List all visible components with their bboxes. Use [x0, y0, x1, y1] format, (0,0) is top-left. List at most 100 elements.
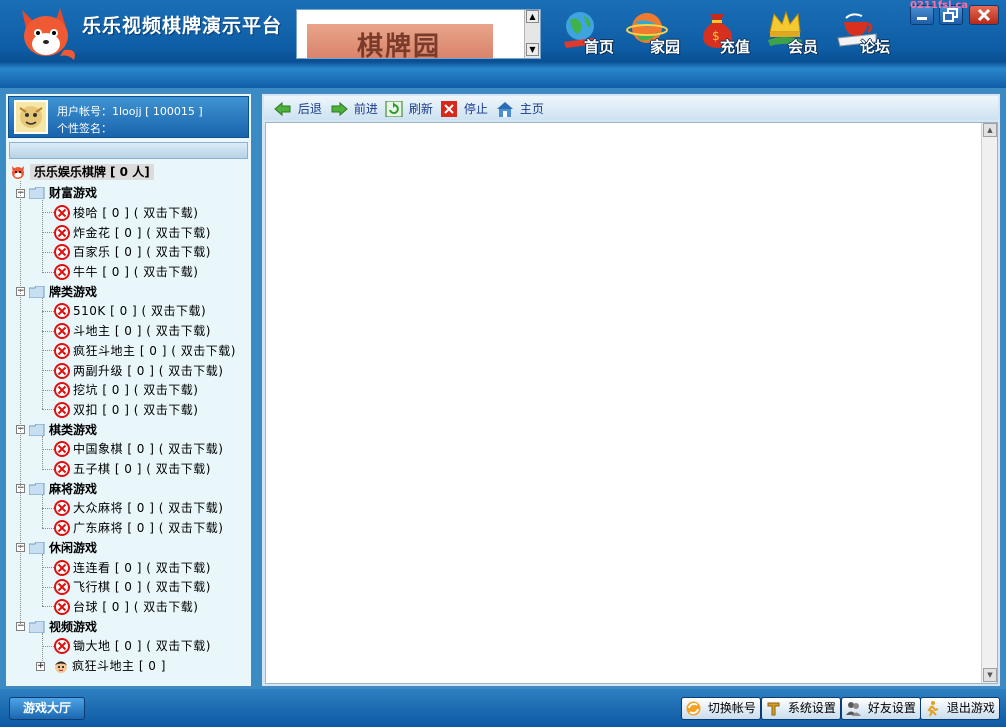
back-button[interactable]: 后退 [274, 99, 322, 117]
game-item-label: 连连看 [ 0 ] ( 双击下载) [73, 560, 211, 575]
stop-label: 停止 [463, 101, 488, 116]
nav-forum-button[interactable]: 论坛 [836, 8, 908, 60]
tree-root[interactable]: 乐乐娱乐棋牌 [ 0 人] [10, 164, 154, 182]
tree-group-label: 视频游戏 [49, 619, 98, 634]
tree-group[interactable]: − 视频游戏 [16, 617, 97, 635]
game-item-label: 广东麻将 [ 0 ] ( 双击下载) [73, 521, 224, 536]
browser-scrollbar[interactable]: ▲ ▼ [981, 123, 997, 683]
ad-banner-box[interactable]: 棋牌园 ▲ ▼ [296, 9, 541, 59]
header: 乐乐视频棋牌演示平台 棋牌园 ▲ ▼ 首页 家园 $ 充值 会员 论坛 0211… [0, 0, 1006, 88]
folder-icon [29, 620, 45, 633]
scroll-down-arrow-icon[interactable]: ▼ [526, 43, 539, 56]
exit-game-label: 退出游戏 [946, 701, 995, 715]
folder-icon [29, 285, 45, 298]
game-list-item[interactable]: 两副升级 [ 0 ] ( 双击下载) [54, 361, 223, 379]
switch-account-label: 切换帐号 [707, 701, 756, 715]
game-list-item[interactable]: 台球 [ 0 ] ( 双击下载) [54, 597, 198, 615]
error-x-icon [54, 638, 70, 655]
game-list-item[interactable]: 中国象棋 [ 0 ] ( 双击下载) [54, 440, 223, 458]
game-list-item[interactable]: 百家乐 [ 0 ] ( 双击下载) [54, 243, 211, 261]
nav-forum-label: 论坛 [860, 38, 891, 56]
expand-toggle-icon[interactable]: + [36, 661, 45, 671]
friend-settings-label: 好友设置 [867, 701, 916, 715]
forward-button[interactable]: 前进 [330, 99, 378, 117]
game-list-item[interactable]: 斗地主 [ 0 ] ( 双击下载) [54, 322, 211, 340]
tree-group-label: 棋类游戏 [49, 422, 98, 437]
fox-logo-icon [22, 8, 75, 60]
game-list-item[interactable]: 510K [ 0 ] ( 双击下载) [54, 302, 206, 320]
ad-scrollbar[interactable]: ▲ ▼ [524, 10, 540, 58]
tree-group[interactable]: − 棋类游戏 [16, 420, 97, 438]
game-item-label: 百家乐 [ 0 ] ( 双击下载) [73, 245, 211, 260]
game-item-label: 挖坑 [ 0 ] ( 双击下载) [73, 383, 199, 398]
nav-member-button[interactable]: 会员 [764, 8, 836, 60]
tree-connector [42, 251, 54, 253]
game-list-item[interactable]: 大众麻将 [ 0 ] ( 双击下载) [54, 499, 223, 517]
error-x-icon [54, 264, 70, 280]
friend-settings-button[interactable]: 好友设置 [841, 697, 921, 720]
scroll-up-arrow-icon[interactable]: ▲ [526, 10, 539, 23]
tree-connector [42, 389, 54, 391]
video-game-item[interactable]: + 疯狂斗地主 [ 0 ] [36, 657, 166, 675]
system-settings-button[interactable]: 系统设置 [761, 697, 841, 720]
tree-connector [42, 199, 43, 272]
stop-button[interactable]: 停止 [440, 99, 488, 117]
game-list-item[interactable]: 炸金花 [ 0 ] ( 双击下载) [54, 223, 211, 241]
tree-group[interactable]: − 牌类游戏 [16, 282, 97, 300]
avatar[interactable] [14, 100, 48, 134]
close-button[interactable] [969, 5, 999, 25]
game-list-item[interactable]: 连连看 [ 0 ] ( 双击下载) [54, 558, 211, 576]
tree-group[interactable]: − 休闲游戏 [16, 538, 97, 556]
home-button[interactable]: 主页 [496, 99, 544, 117]
error-x-icon [54, 500, 70, 517]
game-lobby-button[interactable]: 游戏大厅 [9, 697, 85, 720]
tree-connector [42, 330, 54, 332]
game-list-item[interactable]: 牛牛 [ 0 ] ( 双击下载) [54, 263, 198, 281]
game-list-item[interactable]: 飞行棋 [ 0 ] ( 双击下载) [54, 578, 211, 596]
tree-connector [42, 507, 54, 509]
browser-content-view[interactable]: ▲ ▼ [265, 122, 998, 684]
tree-connector [42, 645, 54, 647]
user-info-box: 用户帐号：1loojj [ 100015 ] 个性签名： [8, 96, 249, 138]
scroll-down-arrow-icon[interactable]: ▼ [983, 668, 997, 682]
nav-homeland-button[interactable]: 家园 [626, 8, 698, 60]
tree-group[interactable]: − 麻将游戏 [16, 479, 97, 497]
switch-account-button[interactable]: 切换帐号 [681, 697, 761, 720]
game-list-item[interactable]: 挖坑 [ 0 ] ( 双击下载) [54, 381, 198, 399]
browser-panel: 后退 前进 刷新 停止 主页 ▲ ▼ [261, 93, 1001, 687]
tree-connector [42, 271, 54, 273]
game-list-item[interactable]: 梭哈 [ 0 ] ( 双击下载) [54, 203, 198, 221]
tree-connector [42, 212, 54, 214]
exit-game-button[interactable]: 退出游戏 [920, 697, 1000, 720]
tree-connector [42, 468, 54, 470]
user-account-text: 用户帐号：1loojj [ 100015 ] [57, 105, 203, 118]
watermark-label: 0211fsl.ca [910, 0, 969, 11]
tree-group-label: 麻将游戏 [49, 481, 98, 496]
error-x-icon [54, 342, 70, 359]
error-x-icon [54, 441, 70, 458]
game-list-item[interactable]: 疯狂斗地主 [ 0 ] ( 双击下载) [54, 341, 236, 359]
nav-home-button[interactable]: 首页 [560, 8, 632, 60]
error-x-icon [54, 303, 70, 320]
game-list-item[interactable]: 五子棋 [ 0 ] ( 双击下载) [54, 460, 211, 478]
nav-recharge-button[interactable]: $ 充值 [696, 8, 768, 60]
error-x-icon [54, 323, 70, 340]
refresh-button[interactable]: 刷新 [385, 99, 433, 117]
error-x-icon [54, 204, 70, 221]
search-bar[interactable] [9, 142, 248, 159]
home-label: 主页 [519, 101, 544, 116]
tool-icon [767, 702, 780, 716]
tree-connector [42, 310, 54, 312]
game-item-label: 锄大地 [ 0 ] ( 双击下载) [73, 639, 211, 654]
scroll-up-arrow-icon[interactable]: ▲ [983, 123, 997, 137]
tree-group[interactable]: − 财富游戏 [16, 184, 97, 202]
game-list-item[interactable]: 广东麻将 [ 0 ] ( 双击下载) [54, 519, 223, 537]
tree-connector [42, 567, 54, 568]
folder-icon [29, 187, 45, 200]
game-list-item[interactable]: 双扣 [ 0 ] ( 双击下载) [54, 400, 198, 418]
game-list-item[interactable]: 锄大地 [ 0 ] ( 双击下载) [54, 637, 211, 655]
ad-banner[interactable]: 棋牌园 [307, 24, 493, 58]
close-icon [977, 8, 991, 22]
tree-connector [42, 495, 43, 528]
refresh-icon [385, 100, 403, 117]
